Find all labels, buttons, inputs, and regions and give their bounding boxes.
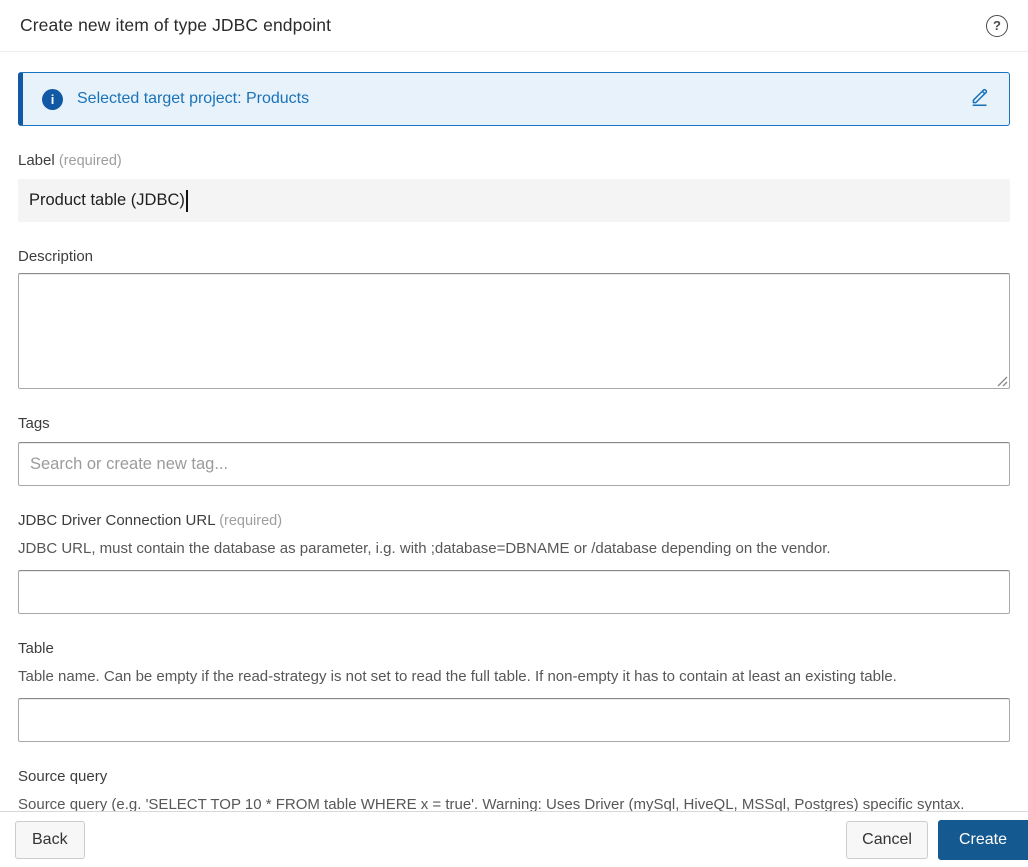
cancel-button[interactable]: Cancel xyxy=(846,820,928,859)
page-title: Create new item of type JDBC endpoint xyxy=(20,15,332,35)
jdbc-url-required-hint: (required) xyxy=(219,513,283,529)
text-cursor xyxy=(185,189,188,212)
source-query-field-label: Source query xyxy=(18,767,108,785)
source-query-helper-line1: Source query (e.g. 'SELECT TOP 10 * FROM… xyxy=(18,795,965,812)
jdbc-url-helper-text: JDBC URL, must contain the database as p… xyxy=(18,540,831,557)
label-required-hint: (required) xyxy=(58,153,122,169)
target-project-text: Selected target project: Products xyxy=(77,90,310,107)
dialog-header: Create new item of type JDBC endpoint ? xyxy=(0,0,1028,52)
label-input-value: Product table (JDBC) xyxy=(29,191,185,209)
dialog-footer: Back Cancel Create xyxy=(0,811,1028,867)
tags-field-label: Tags xyxy=(18,415,50,432)
description-textarea[interactable] xyxy=(18,273,1010,389)
target-project-banner: i Selected target project: Products xyxy=(18,72,1010,126)
back-button[interactable]: Back xyxy=(15,820,85,859)
table-input[interactable] xyxy=(18,697,1010,742)
dialog-content: i Selected target project: Products Labe… xyxy=(0,53,1028,811)
description-textarea-wrap xyxy=(18,273,1010,389)
create-button[interactable]: Create xyxy=(937,819,1028,860)
table-helper-text: Table name. Can be empty if the read-str… xyxy=(18,667,897,685)
pencil-edit-icon xyxy=(969,86,990,112)
description-field-label: Description xyxy=(18,248,94,265)
jdbc-url-field-label: JDBC Driver Connection URL (required) xyxy=(18,512,283,529)
edit-target-project-button[interactable] xyxy=(965,85,993,113)
jdbc-url-input[interactable] xyxy=(18,569,1010,614)
label-field-label: Label (required) xyxy=(18,152,122,169)
info-icon: i xyxy=(42,88,63,110)
table-field-label: Table xyxy=(18,639,54,657)
label-input[interactable]: Product table (JDBC) xyxy=(18,179,1010,222)
tags-input[interactable] xyxy=(18,442,1010,486)
help-icon[interactable]: ? xyxy=(986,14,1008,37)
